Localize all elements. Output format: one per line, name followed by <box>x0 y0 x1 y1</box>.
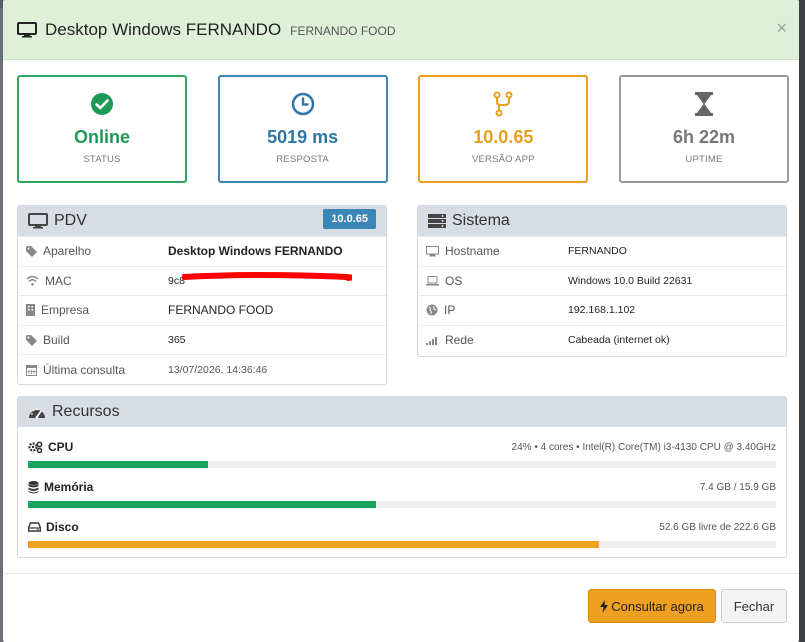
check-circle-icon <box>91 93 113 115</box>
card-value: 6h 22m <box>672 127 735 147</box>
cogs-icon <box>28 441 43 453</box>
pdv-panel-header: PDV 10.0.65 <box>18 206 386 236</box>
info-row: Última consulta 13/07/2026, 14:36:46 <box>18 354 386 384</box>
row-value: 365 <box>168 334 186 347</box>
resource-info: 52.6 GB livre de 222.6 GB <box>659 521 776 533</box>
progress-fill <box>28 461 208 468</box>
row-key: Aparelho <box>43 244 92 259</box>
hourglass-icon <box>694 92 713 116</box>
progress-fill <box>28 541 600 548</box>
card-label: VERSÃO APP <box>471 154 535 165</box>
mac-value-cell: 9c8 <box>168 271 386 287</box>
close-icon[interactable]: × <box>776 18 787 39</box>
version-badge: 10.0.65 <box>323 209 376 229</box>
info-row: Hostname FERNANDO <box>418 236 786 266</box>
calendar-icon <box>26 364 37 376</box>
modal-footer: Consultar agora Fechar <box>3 573 799 642</box>
recursos-body: CPU 24% • 4 cores • Intel(R) Core(TM) i3… <box>18 427 786 548</box>
wifi-icon <box>26 276 39 286</box>
pdv-panel-title: PDV <box>54 212 87 229</box>
resource-cpu: CPU 24% • 4 cores • Intel(R) Core(TM) i3… <box>28 439 776 468</box>
recursos-panel: Recursos CPU 24% • 4 cores • Intel(R) Co… <box>17 396 787 558</box>
info-row: MAC 9c8 <box>18 265 386 296</box>
card-value: Online <box>73 127 130 147</box>
row-key: Última consulta <box>43 362 126 377</box>
row-key: Build <box>43 333 70 348</box>
sistema-panel-header: Sistema <box>418 206 786 236</box>
row-key: Rede <box>445 333 474 348</box>
card-uptime: 6h 22m UPTIME <box>618 75 789 183</box>
row-value: 192.168.1.102 <box>568 304 636 317</box>
desktop-icon <box>426 245 439 257</box>
resource-info: 24% • 4 cores • Intel(R) Core(TM) i3-413… <box>511 441 776 453</box>
row-key: Hostname <box>445 244 500 259</box>
recursos-panel-header: Recursos <box>18 397 786 427</box>
modal-title: Desktop Windows FERNANDO <box>45 19 282 39</box>
card-label: RESPOSTA <box>276 154 329 165</box>
progress-bar <box>28 541 776 548</box>
modal-subtitle: FERNANDO FOOD <box>290 24 396 38</box>
card-label: STATUS <box>83 154 121 165</box>
code-fork-icon <box>493 91 513 117</box>
consultar-agora-button[interactable]: Consultar agora <box>588 589 716 623</box>
backdrop-scroll-edge <box>799 0 805 642</box>
desktop-icon <box>17 21 37 37</box>
row-value: FERNANDO FOOD <box>168 303 274 318</box>
card-label: UPTIME <box>685 154 723 165</box>
building-icon <box>26 304 35 317</box>
info-row: Empresa FERNANDO FOOD <box>18 295 386 325</box>
laptop-icon <box>426 275 439 286</box>
info-row: OS Windows 10.0 Build 22631 <box>418 265 786 296</box>
resource-name: Disco <box>46 520 79 534</box>
resource-name: CPU <box>48 440 74 454</box>
signal-icon <box>426 337 437 346</box>
row-value: Cabeada (internet ok) <box>568 334 670 347</box>
redaction-mark <box>182 271 352 281</box>
resource-info: 7.4 GB / 15.9 GB <box>699 481 776 493</box>
bolt-icon <box>600 599 609 613</box>
recursos-panel-title: Recursos <box>52 403 120 420</box>
row-value: FERNANDO <box>568 245 627 258</box>
card-value: 10.0.65 <box>473 127 534 147</box>
info-row: Build 365 <box>18 324 386 355</box>
status-cards: Online STATUS 5019 ms RESPOSTA 10.0.65 V… <box>17 75 789 183</box>
tag-icon <box>26 334 37 346</box>
info-row: Rede Cabeada (internet ok) <box>418 324 786 355</box>
database-icon <box>28 480 39 493</box>
desktop-icon <box>28 213 48 229</box>
card-status: Online STATUS <box>17 75 187 183</box>
pdv-panel: PDV 10.0.65 Aparelho Desktop Windows FER… <box>17 205 387 385</box>
sistema-panel: Sistema Hostname FERNANDO OS Windows 10.… <box>417 205 787 357</box>
sistema-panel-title: Sistema <box>452 212 510 229</box>
card-response: 5019 ms RESPOSTA <box>217 75 388 183</box>
progress-bar <box>28 461 776 468</box>
fechar-button[interactable]: Fechar <box>721 589 787 623</box>
globe-icon <box>426 304 438 316</box>
card-value: 5019 ms <box>267 127 339 147</box>
row-value: Desktop Windows FERNANDO <box>168 244 343 259</box>
card-version: 10.0.65 VERSÃO APP <box>418 75 589 183</box>
clock-icon <box>291 92 314 116</box>
server-icon <box>428 214 446 228</box>
dashboard-icon <box>29 408 45 419</box>
row-value: 13/07/2026, 14:36:46 <box>168 363 268 376</box>
modal-header: Desktop Windows FERNANDO FERNANDO FOOD × <box>3 0 799 60</box>
info-row: IP 192.168.1.102 <box>418 295 786 325</box>
tag-icon <box>26 245 37 257</box>
row-key: Empresa <box>41 303 90 318</box>
consultar-agora-label: Consultar agora <box>611 598 704 614</box>
progress-bar <box>28 501 776 508</box>
row-value: Windows 10.0 Build 22631 <box>568 274 693 287</box>
progress-fill <box>28 501 376 508</box>
resource-name: Memória <box>44 480 94 494</box>
resource-disk: Disco 52.6 GB livre de 222.6 GB <box>28 519 776 548</box>
resource-memory: Memória 7.4 GB / 15.9 GB <box>28 479 776 508</box>
row-key: OS <box>445 273 463 288</box>
info-row: Aparelho Desktop Windows FERNANDO <box>18 236 386 266</box>
row-key: IP <box>444 303 456 318</box>
device-modal: Desktop Windows FERNANDO FERNANDO FOOD ×… <box>3 0 799 642</box>
hdd-icon <box>28 522 41 532</box>
row-key: MAC <box>45 273 72 288</box>
